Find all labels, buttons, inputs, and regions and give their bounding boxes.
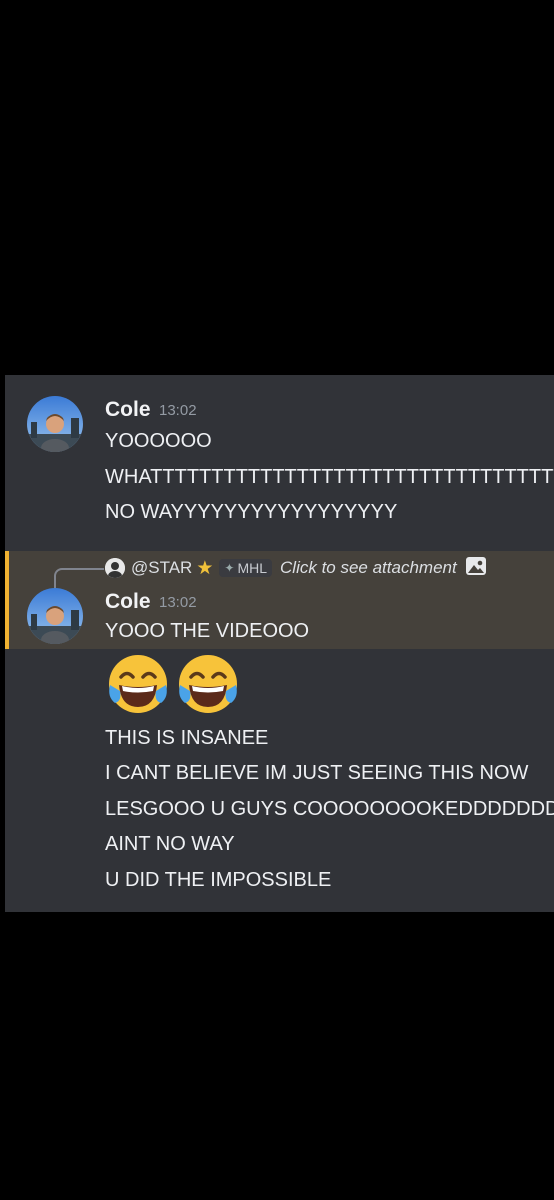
message-text: U DID THE IMPOSSIBLE [105,869,332,891]
user-avatar[interactable] [27,588,83,644]
replied-username[interactable]: @STAR [131,558,192,578]
message-text: AINT NO WAY [105,833,235,855]
message-text: NO WAYYYYYYYYYYYYYYYYY [105,501,398,523]
message-timestamp: 13:02 [159,402,197,419]
tag-icon: ✦ [224,561,235,575]
message-timestamp: 13:02 [159,594,197,611]
face-with-tears-of-joy-icon [175,651,241,722]
star-icon: ★ [196,557,214,579]
message-username[interactable]: Cole [105,590,151,614]
server-tag[interactable]: ✦ MHL [219,559,273,577]
message-text: YOOOOOO [105,430,212,452]
chat-panel: Cole 13:02 YOOOOOO WHATTTTTTTTTTTTTTTTTT… [5,375,554,912]
emoji-row [105,651,241,722]
user-avatar[interactable] [27,396,83,452]
message-text: THIS IS INSANEE [105,727,269,749]
reply-preview-text[interactable]: Click to see attachment [280,558,457,578]
message-text: I CANT BELIEVE IM JUST SEEING THIS NOW [105,762,529,784]
reply-connector-line [54,568,104,588]
message-text: WHATTTTTTTTTTTTTTTTTTTTTTTTTTTTTTTTTTTTT… [105,466,554,488]
message-username[interactable]: Cole [105,398,151,422]
server-tag-label: MHL [237,560,268,576]
replied-user-avatar[interactable] [105,558,125,578]
message-text: LESGOOO U GUYS COOOOOOOOKEDDDDDDDDD [105,798,554,820]
message-text: YOOO THE VIDEOOO [105,620,310,642]
face-with-tears-of-joy-icon [105,651,171,722]
reply-reference[interactable]: @STAR ★ ✦ MHL Click to see attachment [105,555,487,581]
image-icon [465,555,487,582]
